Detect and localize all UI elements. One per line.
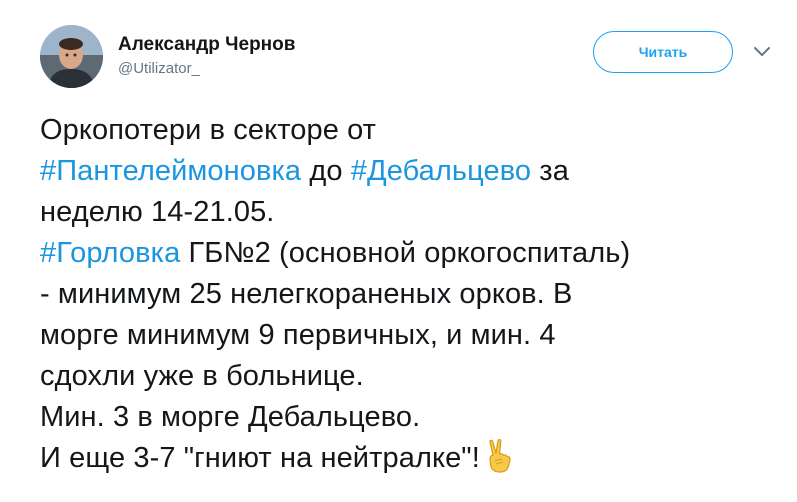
avatar[interactable] (40, 25, 103, 88)
hashtag-link[interactable]: #Дебальцево (351, 155, 531, 187)
tweet-line: #Пантелеймоновка до #Дебальцево за (40, 151, 785, 192)
tweet-line: - минимум 25 нелегкораненых орков. В (40, 274, 785, 315)
author-name[interactable]: Александр Чернов (118, 34, 295, 56)
tweet-line: морге минимум 9 первичных, и мин. 4 (40, 315, 785, 356)
tweet-text-segment: Мин. 3 в морге Дебальцево. (40, 401, 421, 433)
tweet-text-segment: - минимум 25 нелегкораненых орков. В (40, 278, 573, 310)
tweet-text-segment: Оркопотери в секторе от (40, 114, 377, 146)
tweet-line: И еще 3-7 "гниют на нейтралке"! (40, 438, 785, 485)
tweet-line: Мин. 3 в морге Дебальцево. (40, 397, 785, 438)
author-handle[interactable]: @Utilizator_ (118, 60, 200, 78)
tweet-line: #Горловка ГБ№2 (основной оркогоспиталь) (40, 233, 785, 274)
tweet-text: Оркопотери в секторе от #Пантелеймоновка … (40, 110, 785, 485)
hashtag-link[interactable]: #Пантелеймоновка (40, 155, 301, 187)
tweet-text-segment: И еще 3-7 "гниют на нейтралке"! (40, 442, 480, 474)
tweet-text-segment: неделю 14-21.05. (40, 196, 275, 228)
avatar-photo (40, 25, 103, 88)
tweet-text-segment: ГБ№2 (основной оркогоспиталь) (180, 237, 631, 269)
tweet-text-segment: морге минимум 9 первичных, и мин. 4 (40, 319, 556, 351)
tweet-text-segment: за (531, 155, 569, 187)
tweet-text-segment: сдохли уже в больнице. (40, 360, 364, 392)
victory-hand-icon (484, 439, 514, 485)
tweet-text-segment: до (301, 155, 351, 187)
hashtag-link[interactable]: #Горловка (40, 237, 180, 269)
chevron-down-icon[interactable] (752, 44, 772, 60)
tweet-line: сдохли уже в больнице. (40, 356, 785, 397)
tweet: Александр Чернов @Utilizator_ Читать Орк… (0, 0, 797, 502)
tweet-line: неделю 14-21.05. (40, 192, 785, 233)
follow-button[interactable]: Читать (593, 31, 733, 73)
tweet-line: Оркопотери в секторе от (40, 110, 785, 151)
